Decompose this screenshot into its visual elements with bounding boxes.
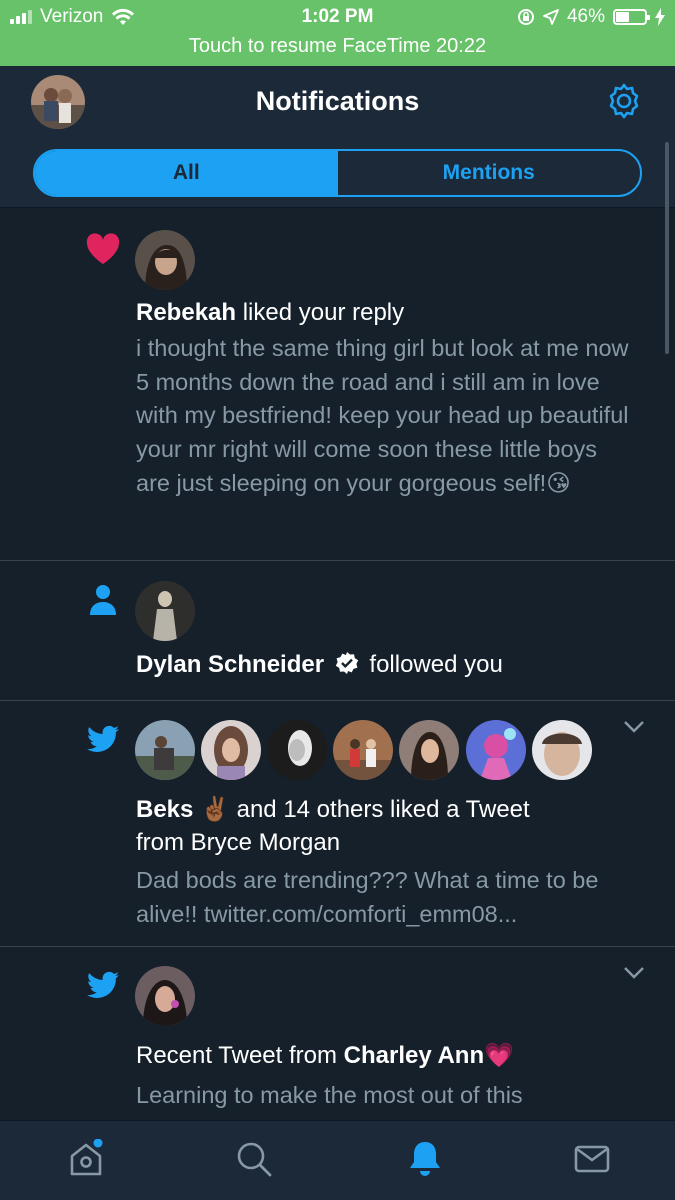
- notification-headline-line2: from Bryce Morgan: [136, 829, 341, 856]
- user-name[interactable]: Charley Ann💗: [344, 1042, 514, 1069]
- home-icon[interactable]: [66, 1139, 106, 1179]
- action-text: liked your reply: [236, 299, 405, 326]
- action-text: followed you: [369, 651, 503, 678]
- tab-bar: [0, 1120, 675, 1200]
- status-bar: Verizon 1:02 PM 46% Touch to resume Face…: [0, 0, 675, 66]
- chevron-down-icon[interactable]: [623, 966, 645, 980]
- battery-percent: 46%: [566, 6, 605, 27]
- avatar[interactable]: [466, 720, 526, 780]
- avatar[interactable]: [399, 720, 459, 780]
- notification-item[interactable]: Rebekah liked your reply i thought the s…: [0, 208, 675, 561]
- reply-text: i thought the same thing girl but look a…: [136, 335, 629, 496]
- avatar[interactable]: [135, 720, 195, 780]
- notification-item[interactable]: Dylan Schneider followed you: [0, 561, 675, 701]
- tweet-text: Dad bods are trending??? What a time to …: [136, 867, 599, 927]
- tab-all[interactable]: All: [35, 151, 338, 195]
- avatar[interactable]: [267, 720, 327, 780]
- verified-badge-icon: [335, 652, 358, 674]
- avatar[interactable]: [135, 581, 195, 641]
- gear-icon[interactable]: [605, 82, 643, 120]
- notification-item[interactable]: Beks ✌🏾 and 14 others liked a Tweet from…: [0, 701, 675, 947]
- messages-mail-icon[interactable]: [572, 1139, 612, 1179]
- heart-icon: [86, 233, 120, 264]
- rotation-lock-icon: [517, 9, 534, 25]
- page-title: Notifications: [255, 86, 420, 116]
- facetime-banner[interactable]: Touch to resume FaceTime 20:22: [0, 35, 675, 58]
- avatar[interactable]: [333, 720, 393, 780]
- notification-item[interactable]: Recent Tweet from Charley Ann💗 Learning …: [0, 947, 675, 1120]
- notifications-bell-icon[interactable]: [405, 1139, 445, 1179]
- action-text: and 14 others liked a Tweet: [229, 796, 530, 823]
- twitter-bird-icon: [87, 725, 119, 752]
- avatar[interactable]: [135, 230, 195, 290]
- person-icon: [90, 585, 116, 615]
- status-right: 46%: [517, 6, 665, 28]
- notification-headline: Dylan Schneider followed you: [136, 648, 503, 681]
- search-icon[interactable]: [234, 1139, 274, 1179]
- notifications-filter: All Mentions: [33, 149, 642, 197]
- avatar[interactable]: [135, 966, 195, 1026]
- action-text: Recent Tweet from: [136, 1042, 344, 1069]
- user-name[interactable]: Rebekah: [136, 299, 236, 326]
- user-name[interactable]: Dylan Schneider: [136, 651, 324, 678]
- home-badge: [93, 1139, 103, 1148]
- avatar[interactable]: [532, 720, 592, 780]
- notification-headline: Recent Tweet from Charley Ann💗: [136, 1039, 514, 1072]
- tweet-text: Learning to make the most out of this: [136, 1082, 523, 1108]
- twitter-bird-icon: [87, 971, 119, 998]
- tab-mentions[interactable]: Mentions: [338, 151, 641, 195]
- notification-headline: Beks ✌🏾 and 14 others liked a Tweet: [136, 793, 530, 826]
- chevron-down-icon[interactable]: [623, 720, 645, 734]
- location-arrow-icon: [543, 9, 559, 25]
- user-name[interactable]: Beks ✌🏾: [136, 796, 230, 823]
- charging-bolt-icon: [655, 8, 665, 26]
- notifications-header: Notifications All Mentions: [0, 66, 675, 208]
- battery-icon: [613, 9, 650, 25]
- notification-headline: Rebekah liked your reply: [136, 296, 404, 329]
- avatar[interactable]: [201, 720, 261, 780]
